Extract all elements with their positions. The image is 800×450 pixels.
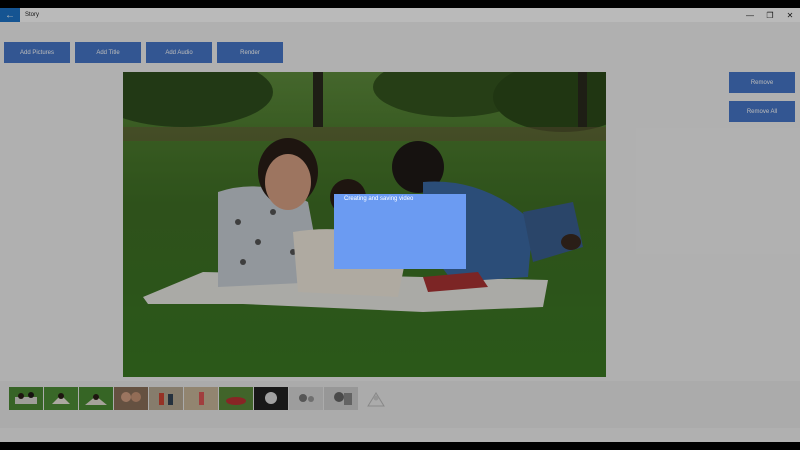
app-window: ← Story — ❐ ✕ Add Pictures Add Title Add… <box>0 8 800 442</box>
progress-message: Creating and saving video <box>344 196 414 202</box>
progress-dialog: Creating and saving video <box>334 194 466 269</box>
